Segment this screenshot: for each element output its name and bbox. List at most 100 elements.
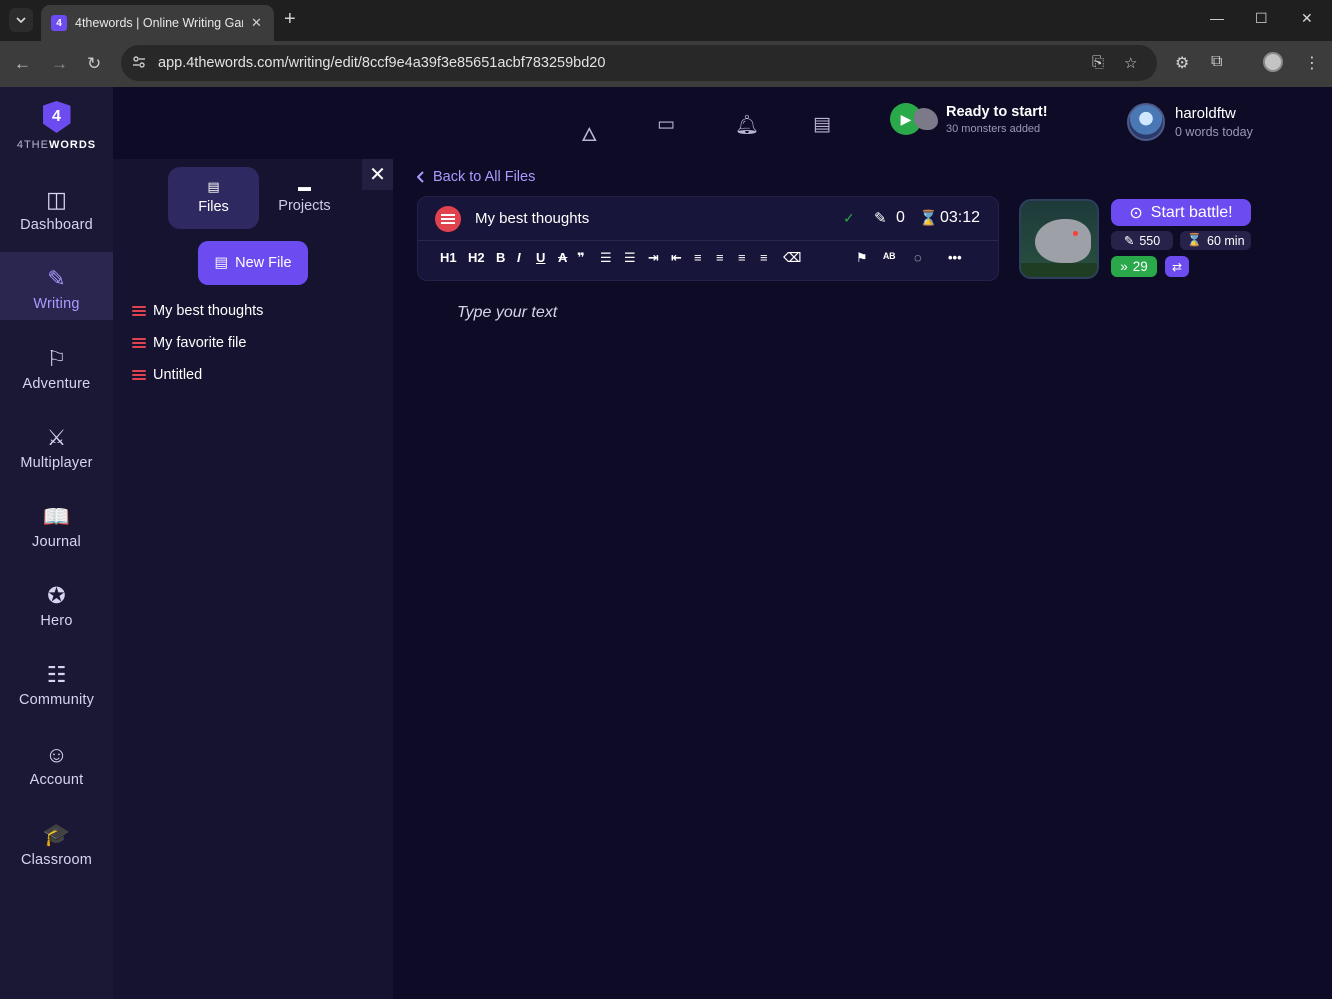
sidebar-item-community[interactable]: ☷ Community <box>0 648 113 716</box>
new-file-button[interactable]: ▤ New File <box>198 241 308 285</box>
justify-button[interactable]: ≡ <box>760 250 768 265</box>
tab-projects[interactable]: ▬ Projects <box>259 167 350 229</box>
browser-tabbar: 4 4thewords | Online Writing Gam ✕ + — ☐… <box>0 0 1332 41</box>
sidebar-item-dashboard[interactable]: ◫ Dashboard <box>0 173 113 241</box>
browser-menu-icon[interactable]: ⋮ <box>1304 53 1320 73</box>
list-item[interactable]: Untitled <box>132 367 202 383</box>
tab-search-button[interactable] <box>9 8 33 32</box>
monster-ground <box>1021 263 1097 277</box>
new-tab-button[interactable]: + <box>284 9 296 29</box>
username: haroldftw <box>1175 105 1236 122</box>
site-info-icon[interactable] <box>132 55 146 69</box>
sidebar-item-account[interactable]: ☺ Account <box>0 728 113 796</box>
strikethrough-button[interactable]: A <box>558 250 567 265</box>
italic-button[interactable]: I <box>517 250 521 265</box>
bookmark-star-icon[interactable]: ☆ <box>1124 54 1137 72</box>
more-icon[interactable]: ••• <box>948 250 962 265</box>
translate-icon[interactable]: ⎘ <box>1092 54 1104 71</box>
minimize-button[interactable]: — <box>1210 10 1224 26</box>
align-center-button[interactable]: ≡ <box>716 250 724 265</box>
bold-button[interactable]: B <box>496 250 505 265</box>
align-right-button[interactable]: ≡ <box>738 250 746 265</box>
url-text: app.4thewords.com/writing/edit/8ccf9e4a3… <box>158 55 606 71</box>
book-stack-icon <box>132 338 146 348</box>
user-profile[interactable]: haroldftw 0 words today <box>1127 103 1253 141</box>
quote-button[interactable]: ❞ <box>577 250 585 266</box>
monster-image[interactable] <box>1019 199 1099 279</box>
spellcheck-icon[interactable]: ᴬᴮ <box>883 250 895 265</box>
saved-check-icon: ✓ <box>843 210 855 226</box>
chevron-left-icon <box>417 171 424 183</box>
browser-tab[interactable]: 4 4thewords | Online Writing Gam ✕ <box>41 5 274 41</box>
h2-button[interactable]: H2 <box>468 250 485 265</box>
folder-icon: ▬ <box>298 179 311 194</box>
community-icon: ☷ <box>46 662 67 687</box>
sidebar-item-label: Dashboard <box>20 217 93 233</box>
logo[interactable]: 4 4THEWORDS <box>0 101 113 151</box>
editor-text-area[interactable]: Type your text <box>457 304 557 322</box>
monster-eye <box>1073 231 1078 236</box>
list-item[interactable]: My favorite file <box>132 335 246 351</box>
streak-badge[interactable]: » 29 <box>1111 256 1157 277</box>
sidebar: 4 4THEWORDS ◫ Dashboard ✎ Writing ⚐ Adve… <box>0 87 113 999</box>
window-close-button[interactable]: ✕ <box>1301 10 1313 27</box>
monster-body <box>1035 219 1091 263</box>
ready-title: Ready to start! <box>946 103 1048 120</box>
file-icon: ▤ <box>207 179 220 194</box>
sidebar-item-label: Writing <box>33 296 80 312</box>
start-battle-button[interactable]: ⊙ Start battle! <box>1111 199 1251 226</box>
tab-files[interactable]: ▤ Files <box>168 167 259 229</box>
back-arrow-icon[interactable]: ← <box>14 54 31 74</box>
hero-shield-icon: ✪ <box>47 583 66 608</box>
sidebar-item-label: Hero <box>40 613 73 629</box>
adventure-icon: ⚐ <box>46 346 67 371</box>
back-to-files-link[interactable]: Back to All Files <box>417 169 535 185</box>
sidebar-item-label: Adventure <box>22 376 91 392</box>
fast-forward-icon: » <box>1120 259 1128 274</box>
tag-icon[interactable]: ⚑ <box>856 250 868 266</box>
profile-avatar[interactable] <box>1263 52 1283 72</box>
maximize-button[interactable]: ☐ <box>1255 10 1268 27</box>
close-panel-button[interactable]: ✕ <box>362 159 393 190</box>
bell-icon[interactable]: 🔔︎ <box>735 113 759 137</box>
time-goal-value: 60 min <box>1207 233 1245 248</box>
h1-button[interactable]: H1 <box>440 250 457 265</box>
reload-icon[interactable]: ↻ <box>87 54 101 74</box>
bullet-list-button[interactable]: ☰ <box>624 250 636 266</box>
extension-gear-icon[interactable]: ⚙ <box>1175 53 1189 73</box>
editor-toolbar-box: My best thoughts ✓ ✎ 0 ⌛ 03:12 H1 H2 B I… <box>417 196 999 281</box>
ready-subtitle: 30 monsters added <box>946 122 1041 135</box>
extensions-puzzle-icon[interactable]: ⧉ <box>1211 53 1222 71</box>
browser-toolbar: ← → ↻ app.4thewords.com/writing/edit/8cc… <box>0 41 1332 87</box>
sidebar-item-journal[interactable]: 📖 Journal <box>0 490 113 558</box>
underline-button[interactable]: U <box>536 250 545 265</box>
words-today: 0 words today <box>1175 125 1253 139</box>
hide-icon[interactable]: ◌ <box>914 250 922 265</box>
indent-button[interactable]: ⇥ <box>648 250 659 266</box>
tab-close-icon[interactable]: ✕ <box>251 15 262 31</box>
sidebar-item-writing[interactable]: ✎ Writing <box>0 252 113 320</box>
streak-flame-icon[interactable]: 🜂 <box>581 113 598 152</box>
chat-icon[interactable]: ▭ <box>657 113 675 136</box>
sidebar-item-label: Multiplayer <box>20 455 93 471</box>
sidebar-item-multiplayer[interactable]: ⚔ Multiplayer <box>0 411 113 479</box>
book-stack-icon <box>132 370 146 380</box>
ready-status[interactable]: ▶ Ready to start! 30 monsters added <box>890 103 1048 135</box>
align-left-button[interactable]: ≡ <box>694 250 702 265</box>
forward-arrow-icon[interactable]: → <box>51 54 68 74</box>
file-title[interactable]: My best thoughts <box>475 210 589 227</box>
outdent-button[interactable]: ⇤ <box>671 250 682 266</box>
address-bar[interactable]: app.4thewords.com/writing/edit/8ccf9e4a3… <box>121 45 1157 81</box>
start-battle-label: Start battle! <box>1150 203 1233 221</box>
sidebar-item-adventure[interactable]: ⚐ Adventure <box>0 332 113 400</box>
sidebar-item-hero[interactable]: ✪ Hero <box>0 569 113 637</box>
swap-monster-button[interactable]: ⇄ <box>1165 256 1189 277</box>
format-toolbar: H1 H2 B I U A ❞ ☰ ☰ ⇥ ⇤ ≡ ≡ ≡ ≡ ⌫ ⚑ ᴬᴮ ◌… <box>440 250 980 270</box>
notes-icon[interactable]: ▤ <box>813 113 831 136</box>
clear-format-button[interactable]: ⌫ <box>783 250 801 266</box>
sidebar-item-classroom[interactable]: 🎓 Classroom <box>0 808 113 876</box>
streak-value: 29 <box>1132 259 1148 274</box>
list-item[interactable]: My best thoughts <box>132 303 263 319</box>
ordered-list-button[interactable]: ☰ <box>600 250 612 266</box>
book-icon <box>435 206 461 232</box>
